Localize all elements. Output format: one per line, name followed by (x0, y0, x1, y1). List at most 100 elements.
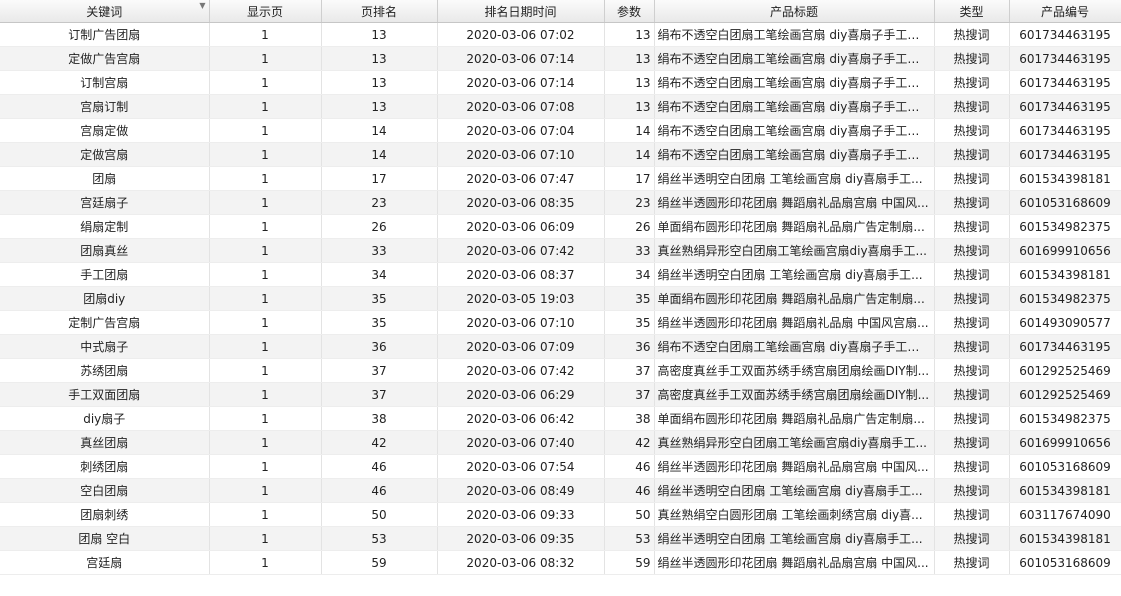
display-page-cell[interactable]: 1 (209, 22, 322, 47)
table-row[interactable]: 定做宫扇 1 14 2020-03-06 07:10 14 绢布不透空白团扇工笔绘画宫扇 … (0, 142, 1121, 167)
rank-datetime-cell[interactable]: 2020-03-06 07:42 (437, 358, 605, 383)
display-page-cell[interactable]: 1 (209, 454, 322, 479)
keyword-cell[interactable]: 订制广告团扇 (0, 22, 210, 47)
table-row[interactable]: 定做广告宫扇 1 13 2020-03-06 07:14 13 绢布不透空白团扇工笔绘画宫… (0, 46, 1121, 71)
display-page-cell[interactable]: 1 (209, 358, 322, 383)
keyword-cell[interactable]: 定做广告宫扇 (0, 46, 210, 71)
product-title-cell[interactable]: 单面绢布圆形印花团扇 舞蹈扇礼品扇广告定制扇... (654, 214, 935, 239)
param-cell[interactable]: 38 (604, 406, 655, 431)
page-rank-cell[interactable]: 14 (321, 142, 438, 167)
page-rank-cell[interactable]: 13 (321, 22, 438, 47)
keyword-cell[interactable]: 订制宫扇 (0, 70, 210, 95)
type-cell[interactable]: 热搜词 (934, 286, 1010, 311)
keyword-cell[interactable]: 宫廷扇子 (0, 190, 210, 215)
page-rank-cell[interactable]: 26 (321, 214, 438, 239)
product-title-cell[interactable]: 绢布不透空白团扇工笔绘画宫扇 diy喜扇子手工制... (654, 22, 935, 47)
param-cell[interactable]: 35 (604, 310, 655, 335)
rank-datetime-cell[interactable]: 2020-03-06 06:09 (437, 214, 605, 239)
rank-datetime-cell[interactable]: 2020-03-06 08:37 (437, 262, 605, 287)
product-id-cell[interactable]: 601493090577 (1009, 310, 1121, 335)
rank-datetime-cell[interactable]: 2020-03-06 06:29 (437, 382, 605, 407)
rank-datetime-cell[interactable]: 2020-03-06 07:54 (437, 454, 605, 479)
keyword-cell[interactable]: 团扇刺绣 (0, 502, 210, 527)
rank-datetime-cell[interactable]: 2020-03-06 07:09 (437, 334, 605, 359)
product-title-cell[interactable]: 绢布不透空白团扇工笔绘画宫扇 diy喜扇子手工制... (654, 334, 935, 359)
column-header-param[interactable]: 参数 (604, 0, 655, 23)
param-cell[interactable]: 14 (604, 142, 655, 167)
type-cell[interactable]: 热搜词 (934, 454, 1010, 479)
display-page-cell[interactable]: 1 (209, 46, 322, 71)
keyword-cell[interactable]: 手工双面团扇 (0, 382, 210, 407)
param-cell[interactable]: 35 (604, 286, 655, 311)
type-cell[interactable]: 热搜词 (934, 166, 1010, 191)
product-title-cell[interactable]: 真丝熟绢空白圆形团扇 工笔绘画刺绣宫扇 diy喜... (654, 502, 935, 527)
param-cell[interactable]: 14 (604, 118, 655, 143)
display-page-cell[interactable]: 1 (209, 406, 322, 431)
rank-datetime-cell[interactable]: 2020-03-06 08:32 (437, 550, 605, 575)
product-id-cell[interactable]: 601534982375 (1009, 406, 1121, 431)
type-cell[interactable]: 热搜词 (934, 190, 1010, 215)
product-title-cell[interactable]: 真丝熟绢异形空白团扇工笔绘画宫扇diy喜扇手工... (654, 430, 935, 455)
keyword-cell[interactable]: 中式扇子 (0, 334, 210, 359)
page-rank-cell[interactable]: 36 (321, 334, 438, 359)
type-cell[interactable]: 热搜词 (934, 310, 1010, 335)
table-row[interactable]: 宫扇订制 1 13 2020-03-06 07:08 13 绢布不透空白团扇工笔绘画宫扇 … (0, 94, 1121, 119)
param-cell[interactable]: 13 (604, 22, 655, 47)
page-rank-cell[interactable]: 33 (321, 238, 438, 263)
display-page-cell[interactable]: 1 (209, 214, 322, 239)
product-title-cell[interactable]: 绢布不透空白团扇工笔绘画宫扇 diy喜扇子手工制... (654, 70, 935, 95)
product-id-cell[interactable]: 601534982375 (1009, 214, 1121, 239)
page-rank-cell[interactable]: 17 (321, 166, 438, 191)
keyword-cell[interactable]: 团扇真丝 (0, 238, 210, 263)
type-cell[interactable]: 热搜词 (934, 358, 1010, 383)
keyword-cell[interactable]: 苏绣团扇 (0, 358, 210, 383)
filter-icon[interactable]: ▼ (199, 2, 205, 10)
table-row[interactable]: 宫廷扇 1 59 2020-03-06 08:32 59 绢丝半透圆形印花团扇 舞蹈扇礼品… (0, 550, 1121, 575)
rank-datetime-cell[interactable]: 2020-03-06 07:14 (437, 46, 605, 71)
rank-datetime-cell[interactable]: 2020-03-06 09:35 (437, 526, 605, 551)
product-id-cell[interactable]: 601292525469 (1009, 382, 1121, 407)
product-id-cell[interactable]: 601053168609 (1009, 550, 1121, 575)
display-page-cell[interactable]: 1 (209, 334, 322, 359)
product-title-cell[interactable]: 绢布不透空白团扇工笔绘画宫扇 diy喜扇子手工制... (654, 142, 935, 167)
product-title-cell[interactable]: 绢丝半透圆形印花团扇 舞蹈扇礼品扇宫扇 中国风... (654, 454, 935, 479)
type-cell[interactable]: 热搜词 (934, 94, 1010, 119)
page-rank-cell[interactable]: 13 (321, 94, 438, 119)
table-row[interactable]: 手工双面团扇 1 37 2020-03-06 06:29 37 高密度真丝手工双面苏绣手绣… (0, 382, 1121, 407)
column-header-page-rank[interactable]: 页排名 (321, 0, 438, 23)
display-page-cell[interactable]: 1 (209, 526, 322, 551)
param-cell[interactable]: 37 (604, 382, 655, 407)
type-cell[interactable]: 热搜词 (934, 262, 1010, 287)
keyword-cell[interactable]: 定做宫扇 (0, 142, 210, 167)
column-header-keyword[interactable]: 关键词 ▼ (0, 0, 210, 23)
keyword-cell[interactable]: 刺绣团扇 (0, 454, 210, 479)
type-cell[interactable]: 热搜词 (934, 238, 1010, 263)
table-row[interactable]: 团扇刺绣 1 50 2020-03-06 09:33 50 真丝熟绢空白圆形团扇 工笔绘画… (0, 502, 1121, 527)
product-id-cell[interactable]: 601734463195 (1009, 118, 1121, 143)
table-row[interactable]: 团扇真丝 1 33 2020-03-06 07:42 33 真丝熟绢异形空白团扇工笔绘画宫… (0, 238, 1121, 263)
param-cell[interactable]: 26 (604, 214, 655, 239)
keyword-cell[interactable]: diy扇子 (0, 406, 210, 431)
column-header-display-page[interactable]: 显示页 (209, 0, 322, 23)
param-cell[interactable]: 23 (604, 190, 655, 215)
type-cell[interactable]: 热搜词 (934, 70, 1010, 95)
product-title-cell[interactable]: 高密度真丝手工双面苏绣手绣宫扇团扇绘画DIY制... (654, 358, 935, 383)
rank-datetime-cell[interactable]: 2020-03-06 09:33 (437, 502, 605, 527)
product-title-cell[interactable]: 绢丝半透明空白团扇 工笔绘画宫扇 diy喜扇手工... (654, 478, 935, 503)
keyword-cell[interactable]: 宫扇订制 (0, 94, 210, 119)
display-page-cell[interactable]: 1 (209, 118, 322, 143)
rank-datetime-cell[interactable]: 2020-03-06 07:10 (437, 310, 605, 335)
product-title-cell[interactable]: 绢布不透空白团扇工笔绘画宫扇 diy喜扇子手工制... (654, 46, 935, 71)
display-page-cell[interactable]: 1 (209, 382, 322, 407)
product-id-cell[interactable]: 601699910656 (1009, 238, 1121, 263)
table-row[interactable]: 苏绣团扇 1 37 2020-03-06 07:42 37 高密度真丝手工双面苏绣手绣宫扇… (0, 358, 1121, 383)
page-rank-cell[interactable]: 37 (321, 382, 438, 407)
display-page-cell[interactable]: 1 (209, 550, 322, 575)
product-id-cell[interactable]: 601734463195 (1009, 22, 1121, 47)
keyword-cell[interactable]: 宫廷扇 (0, 550, 210, 575)
table-row[interactable]: 宫廷扇子 1 23 2020-03-06 08:35 23 绢丝半透圆形印花团扇 舞蹈扇礼… (0, 190, 1121, 215)
param-cell[interactable]: 42 (604, 430, 655, 455)
display-page-cell[interactable]: 1 (209, 190, 322, 215)
type-cell[interactable]: 热搜词 (934, 430, 1010, 455)
type-cell[interactable]: 热搜词 (934, 214, 1010, 239)
